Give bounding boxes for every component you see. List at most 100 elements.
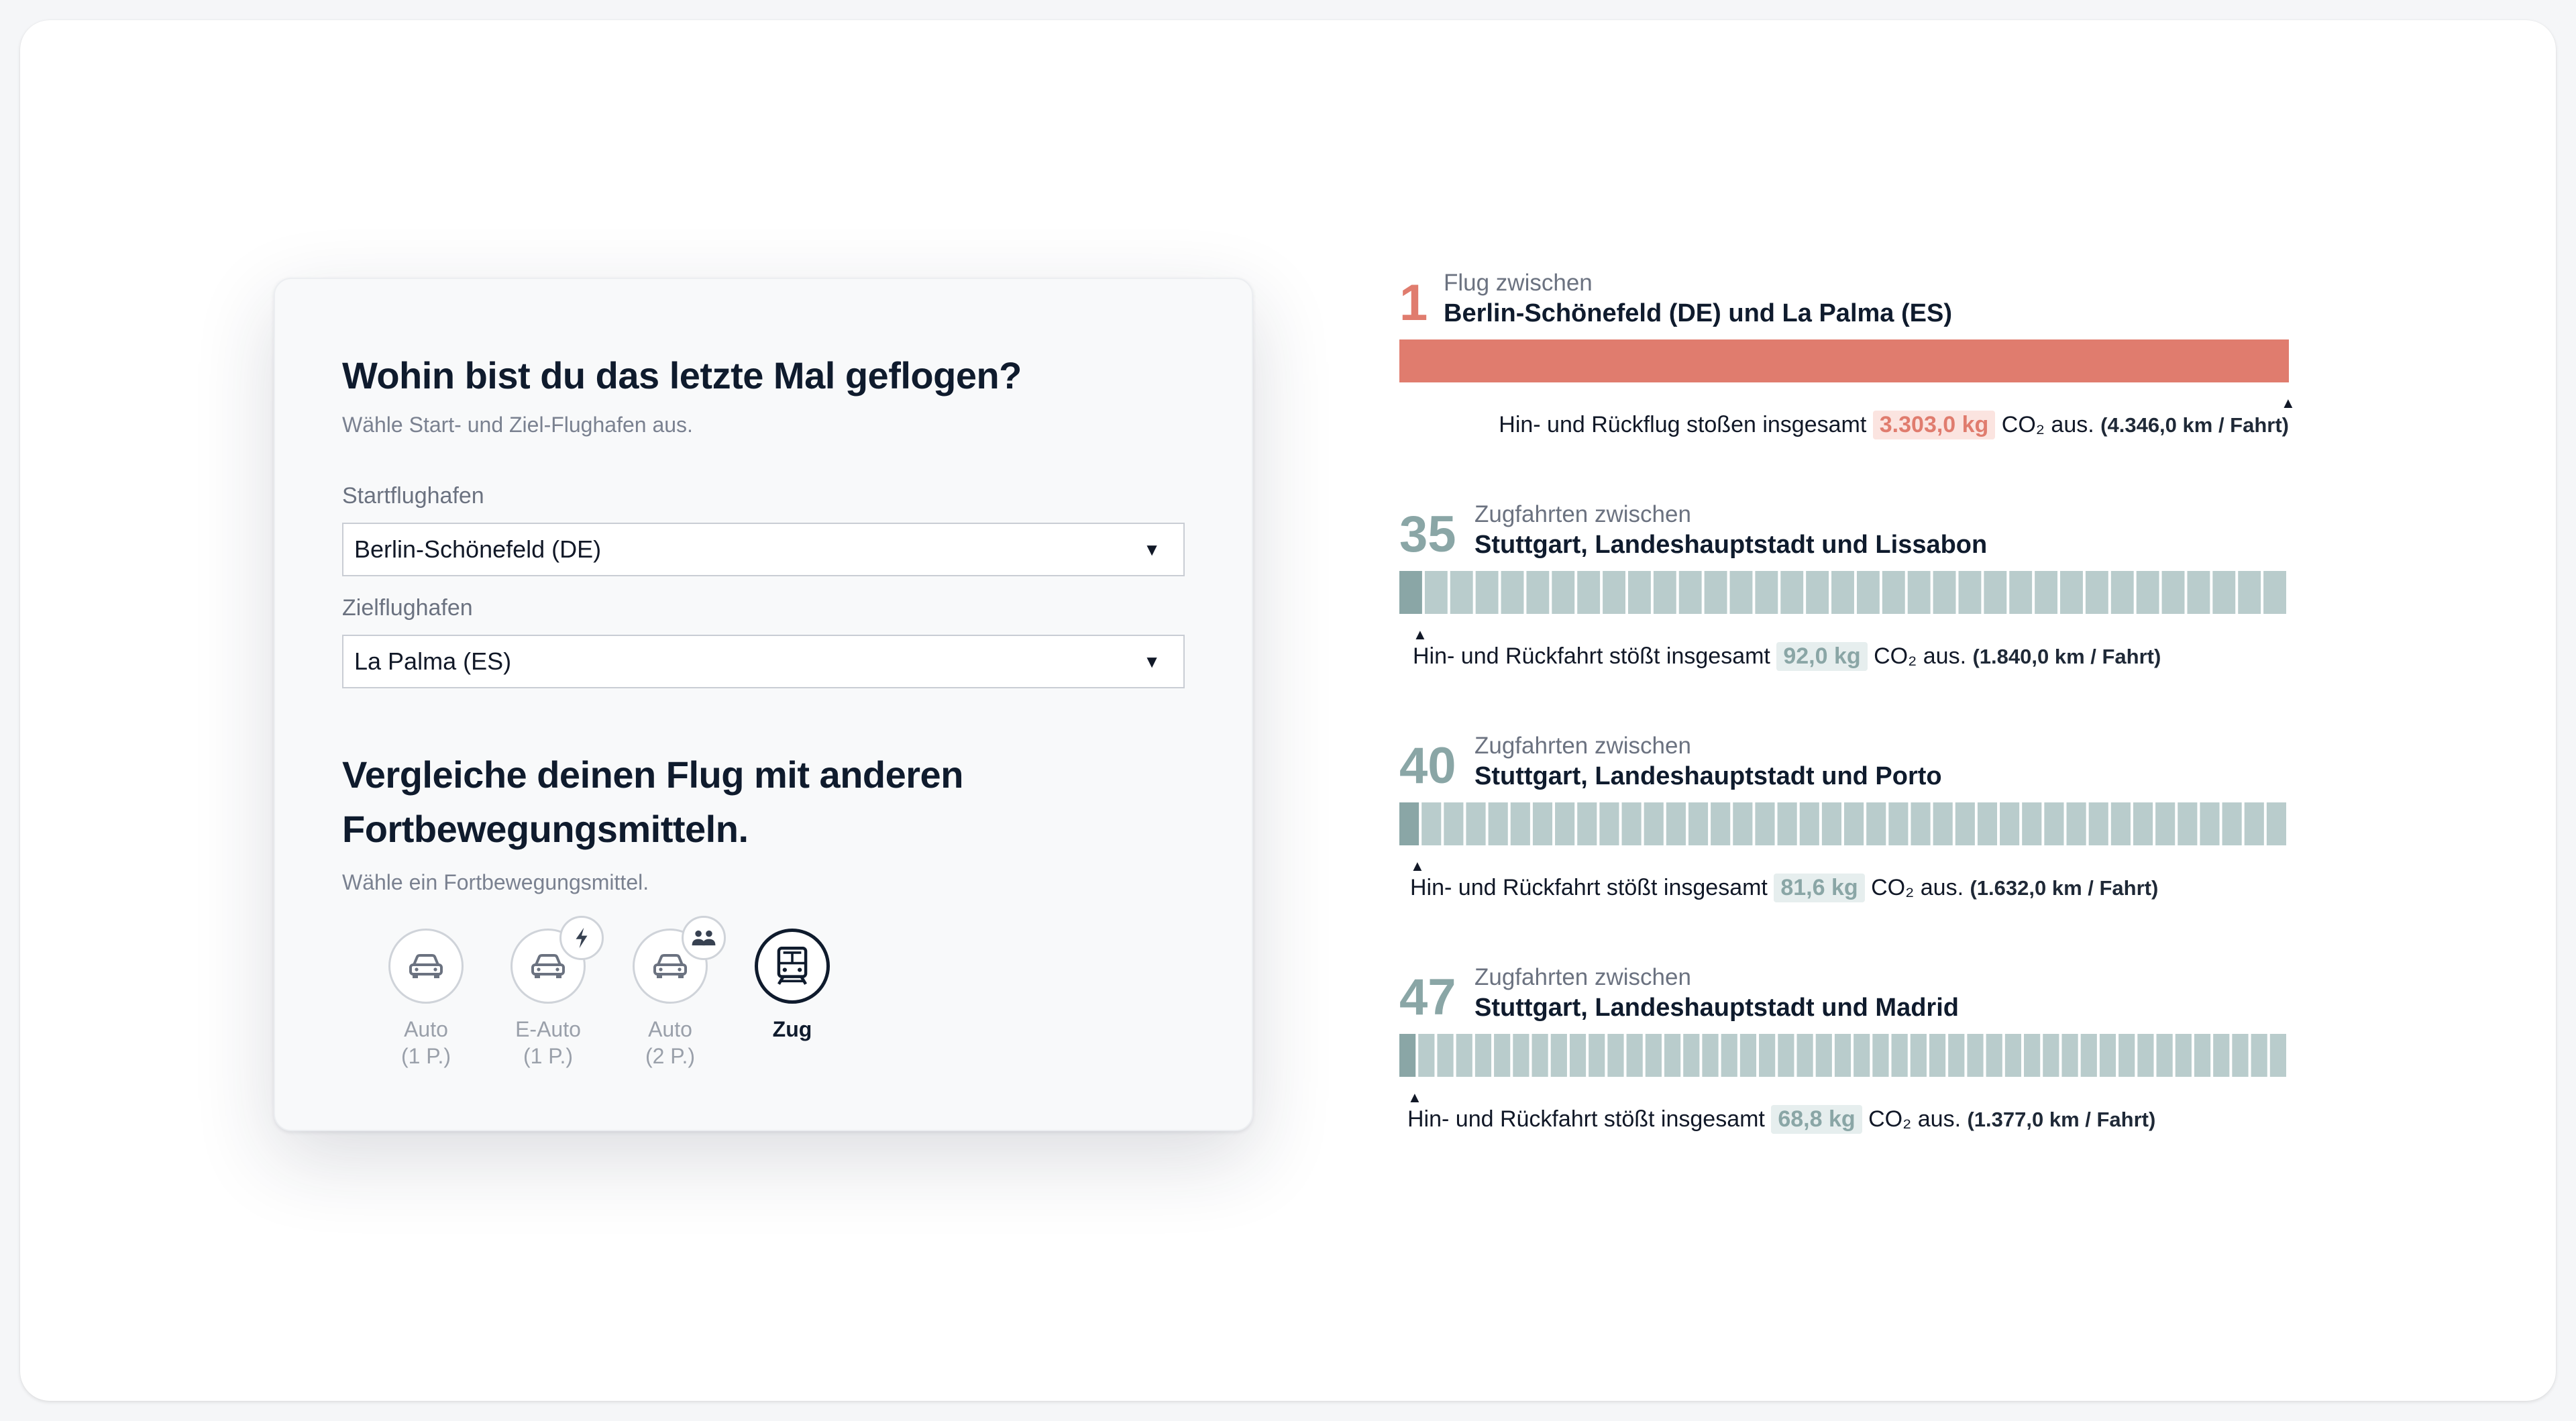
- marker-triangle-icon: ▲: [1407, 1089, 1422, 1106]
- desc-prefix: Hin- und Rückflug stoßen insgesamt: [1499, 412, 1867, 437]
- distance-value: (4.346,0 km / Fahrt): [2100, 413, 2289, 437]
- train-segment: [2137, 1034, 2154, 1077]
- train-segment: [1958, 571, 1982, 614]
- result-count: 47: [1399, 969, 1456, 1026]
- result-count: 35: [1399, 506, 1456, 563]
- train-segment: [2085, 571, 2108, 614]
- train-segment: [1621, 802, 1642, 845]
- train-segment: [2178, 802, 2198, 845]
- train-segment: [2251, 1034, 2267, 1077]
- train-segment: [1513, 1034, 1529, 1077]
- train-segment: [1466, 802, 1486, 845]
- mode-label-2: (2 P.): [645, 1043, 696, 1068]
- mode-label-1: Auto: [648, 1016, 692, 1041]
- form-title: Wohin bist du das letzte Mal geflogen?: [342, 354, 1022, 397]
- train-segment: [1603, 571, 1625, 614]
- desc-prefix: Hin- und Rückfahrt stößt insgesamt: [1413, 643, 1770, 669]
- train-segment: [1704, 571, 1727, 614]
- mode-ecar-1p[interactable]: E-Auto (1 P.): [487, 915, 609, 1069]
- train-segment: [1488, 802, 1508, 845]
- train-segment: [1872, 1034, 1889, 1077]
- compare-subtitle: Wähle ein Fortbewegungsmittel.: [342, 870, 649, 894]
- distance-value: (1.632,0 km / Fahrt): [1970, 876, 2159, 900]
- train-segment: [2110, 571, 2134, 614]
- mode-car-2p[interactable]: Auto (2 P.): [609, 915, 731, 1069]
- destination-select[interactable]: La Palma (ES) ▼: [342, 635, 1185, 689]
- result-title-1: Zugfahrten zwischen: [1474, 964, 1691, 990]
- train-segment: [1474, 1034, 1492, 1077]
- train-segment: [2136, 571, 2159, 614]
- train-segment: [1721, 1034, 1737, 1077]
- train-segment: [1854, 1034, 1870, 1077]
- mode-train[interactable]: Zug: [731, 928, 853, 1069]
- train-segment-bar: [1399, 802, 2289, 845]
- result-train-lissabon: 35 Zugfahrten zwischen Stuttgart, Landes…: [1399, 500, 2289, 731]
- result-title-2: Stuttgart, Landeshauptstadt und Porto: [1474, 761, 1942, 790]
- train-segment: [1456, 1034, 1472, 1077]
- train-segment: [2194, 1034, 2211, 1077]
- train-segment: [2155, 802, 2176, 845]
- train-segment: [1780, 571, 1804, 614]
- train-segment: [2044, 802, 2064, 845]
- mode-car-1p-button[interactable]: [388, 928, 464, 1004]
- train-segment: [1552, 571, 1575, 614]
- distance-value: (1.377,0 km / Fahrt): [1967, 1108, 2156, 1131]
- flight-emission-bar: [1399, 339, 2289, 382]
- origin-select[interactable]: Berlin-Schönefeld (DE) ▼: [342, 523, 1185, 577]
- page-container: Wohin bist du das letzte Mal geflogen? W…: [20, 20, 2556, 1401]
- chevron-down-icon: ▼: [1143, 651, 1161, 672]
- train-segment: [1799, 802, 1819, 845]
- train-segment: [2099, 1034, 2116, 1077]
- train-segment: [1977, 802, 1998, 845]
- train-segment: [1967, 1034, 1984, 1077]
- result-description: Hin- und Rückflug stoßen insgesamt 3.303…: [1499, 411, 2289, 439]
- train-segment: [1933, 802, 1953, 845]
- train-segment: [1555, 802, 1575, 845]
- train-segment: [2238, 571, 2261, 614]
- desc-co2: CO₂ aus.: [1874, 643, 1967, 669]
- train-segment: [1755, 802, 1775, 845]
- train-segment: [1910, 1034, 1927, 1077]
- train-segment: [1907, 571, 1931, 614]
- mode-ecar-1p-button[interactable]: [511, 915, 604, 1004]
- flight-form-card: Wohin bist du das letzte Mal geflogen? W…: [274, 278, 1253, 1131]
- train-segment: [2200, 802, 2220, 845]
- destination-label: Zielflughafen: [342, 595, 473, 621]
- train-segment: [2110, 802, 2131, 845]
- train-segment: [1821, 802, 1841, 845]
- train-segment: [1644, 802, 1664, 845]
- mode-train-button[interactable]: [755, 928, 830, 1004]
- train-segment: [1437, 1034, 1454, 1077]
- train-segment: [1627, 571, 1651, 614]
- train-segment: [2118, 1034, 2135, 1077]
- train-segment-bar: [1399, 571, 2289, 614]
- train-segment: [1678, 571, 1702, 614]
- lightning-icon: [576, 927, 588, 948]
- form-subtitle: Wähle Start- und Ziel-Flughafen aus.: [342, 413, 693, 437]
- emission-value: 3.303,0 kg: [1872, 411, 1996, 439]
- result-train-porto: 40 Zugfahrten zwischen Stuttgart, Landes…: [1399, 731, 2289, 963]
- marker-triangle-icon: ▲: [1413, 626, 1428, 643]
- train-segment: [1645, 1034, 1662, 1077]
- segment-svg: [1399, 1034, 2286, 1077]
- mode-car-2p-button[interactable]: [633, 915, 726, 1004]
- train-segment: [1532, 802, 1553, 845]
- origin-value: Berlin-Schönefeld (DE): [354, 535, 602, 564]
- train-segment: [2232, 1034, 2249, 1077]
- mode-car-1p[interactable]: Auto (1 P.): [365, 928, 487, 1069]
- train-segment: [2061, 1034, 2078, 1077]
- train-segment: [2035, 571, 2058, 614]
- train-icon: [777, 946, 808, 985]
- mode-label-2: (1 P.): [523, 1043, 574, 1068]
- train-segment: [2080, 1034, 2097, 1077]
- result-flight: 1 Flug zwischen Berlin-Schönefeld (DE) u…: [1399, 268, 2296, 500]
- train-segment: [1891, 1034, 1908, 1077]
- result-count: 1: [1399, 274, 1428, 331]
- train-segment: [1399, 571, 1422, 614]
- train-segment: [1806, 571, 1829, 614]
- train-segment: [1755, 571, 1778, 614]
- train-segment: [1796, 1034, 1813, 1077]
- train-segment: [1607, 1034, 1624, 1077]
- train-segment: [1888, 802, 1909, 845]
- train-segment: [1834, 1034, 1851, 1077]
